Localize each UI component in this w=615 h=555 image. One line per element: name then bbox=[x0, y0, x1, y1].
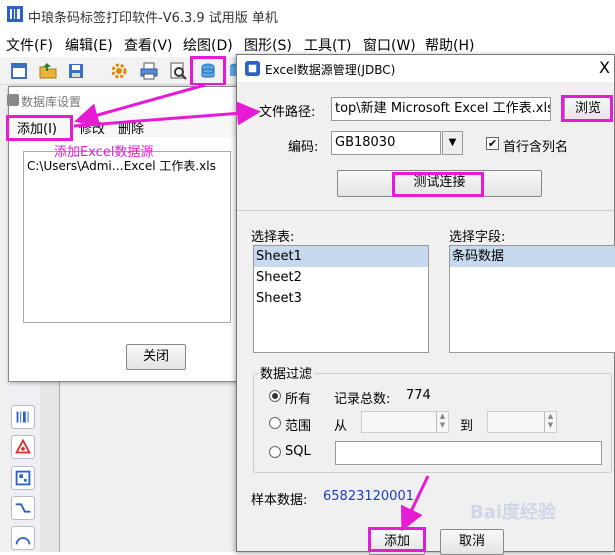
arrow-to-add-button bbox=[400, 475, 430, 532]
watermark: Bai度经验 bbox=[470, 502, 557, 523]
arrow-to-add-menu bbox=[74, 83, 206, 127]
annotation-arrows bbox=[73, 83, 430, 532]
